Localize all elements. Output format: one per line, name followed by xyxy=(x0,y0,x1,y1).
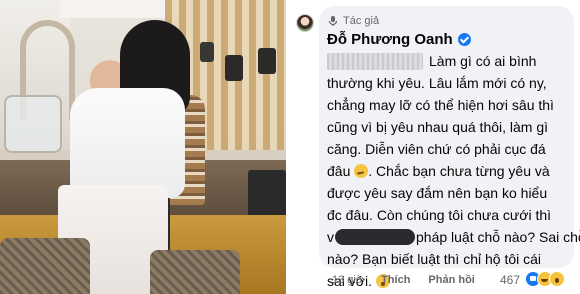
microphone-icon xyxy=(328,16,338,26)
avatar[interactable] xyxy=(296,14,314,32)
author-name[interactable]: Đỗ Phương Oanh xyxy=(327,31,453,48)
like-button[interactable]: Thích xyxy=(381,274,410,286)
photo-chair xyxy=(0,238,90,294)
redacted-scribble xyxy=(335,229,415,245)
reaction-icons[interactable] xyxy=(525,271,565,287)
comment-line: đâu xyxy=(327,163,351,179)
comment-line: thường khi yêu. Lâu lắm mới có ny, xyxy=(327,75,547,91)
photo-chair xyxy=(150,250,240,294)
photo-display-case xyxy=(4,95,62,153)
comment-line-redacted: v pháp luật chỗ nào? Sai chỗ xyxy=(327,226,580,248)
comment-timestamp[interactable]: 13 giờ xyxy=(332,274,363,286)
redacted-text xyxy=(327,53,423,70)
photo-ceiling xyxy=(60,0,180,18)
post-photo[interactable] xyxy=(0,0,286,294)
verified-badge-icon xyxy=(457,33,471,46)
comment-line-with-emoji: đâu . Chắc bạn chưa từng yêu và xyxy=(327,160,572,182)
smirk-emoji-icon xyxy=(354,164,369,178)
photo-dark-box xyxy=(248,170,286,218)
comment-text: Làm gì có ai bình thường khi yêu. Lâu lắ… xyxy=(327,50,580,292)
wow-reaction-icon xyxy=(549,271,565,287)
photo-lamp xyxy=(258,48,276,74)
photo-woman-top xyxy=(70,88,185,198)
comment-line: được yêu say đắm nên bạn ko hiểu xyxy=(327,185,548,201)
comment-line-prefix: v xyxy=(327,229,334,245)
photo-lamp xyxy=(225,55,243,81)
comment-line: đc đâu. Còn chúng tôi chưa cưới thì xyxy=(327,207,552,223)
comment-footer: 13 giờ Thích Phản hồi 467 xyxy=(332,271,577,289)
comment-line: . Chắc bạn chưa từng yêu và xyxy=(368,163,550,179)
reply-button[interactable]: Phản hồi xyxy=(428,274,474,286)
author-name-row: Đỗ Phương Oanh xyxy=(327,31,471,48)
author-badge: Tác giả xyxy=(327,15,379,27)
comment-line: cũng vì bị yêu nhau quá thôi, làm gì xyxy=(327,119,549,135)
comment-line: căng. Diễn viên chứ có phải cục đá xyxy=(327,141,546,157)
comment-line: chẳng may lỡ có thể hiện hơi sâu thì xyxy=(327,97,554,113)
comment-line: nào? Bạn biết luật thì chỉ hộ tôi cái xyxy=(327,251,542,267)
photo-lamp xyxy=(200,42,214,62)
comment-panel: Tác giả Đỗ Phương Oanh Làm gì có ai bình… xyxy=(290,0,580,294)
author-badge-label: Tác giả xyxy=(343,15,380,27)
reaction-count[interactable]: 467 xyxy=(500,273,520,287)
